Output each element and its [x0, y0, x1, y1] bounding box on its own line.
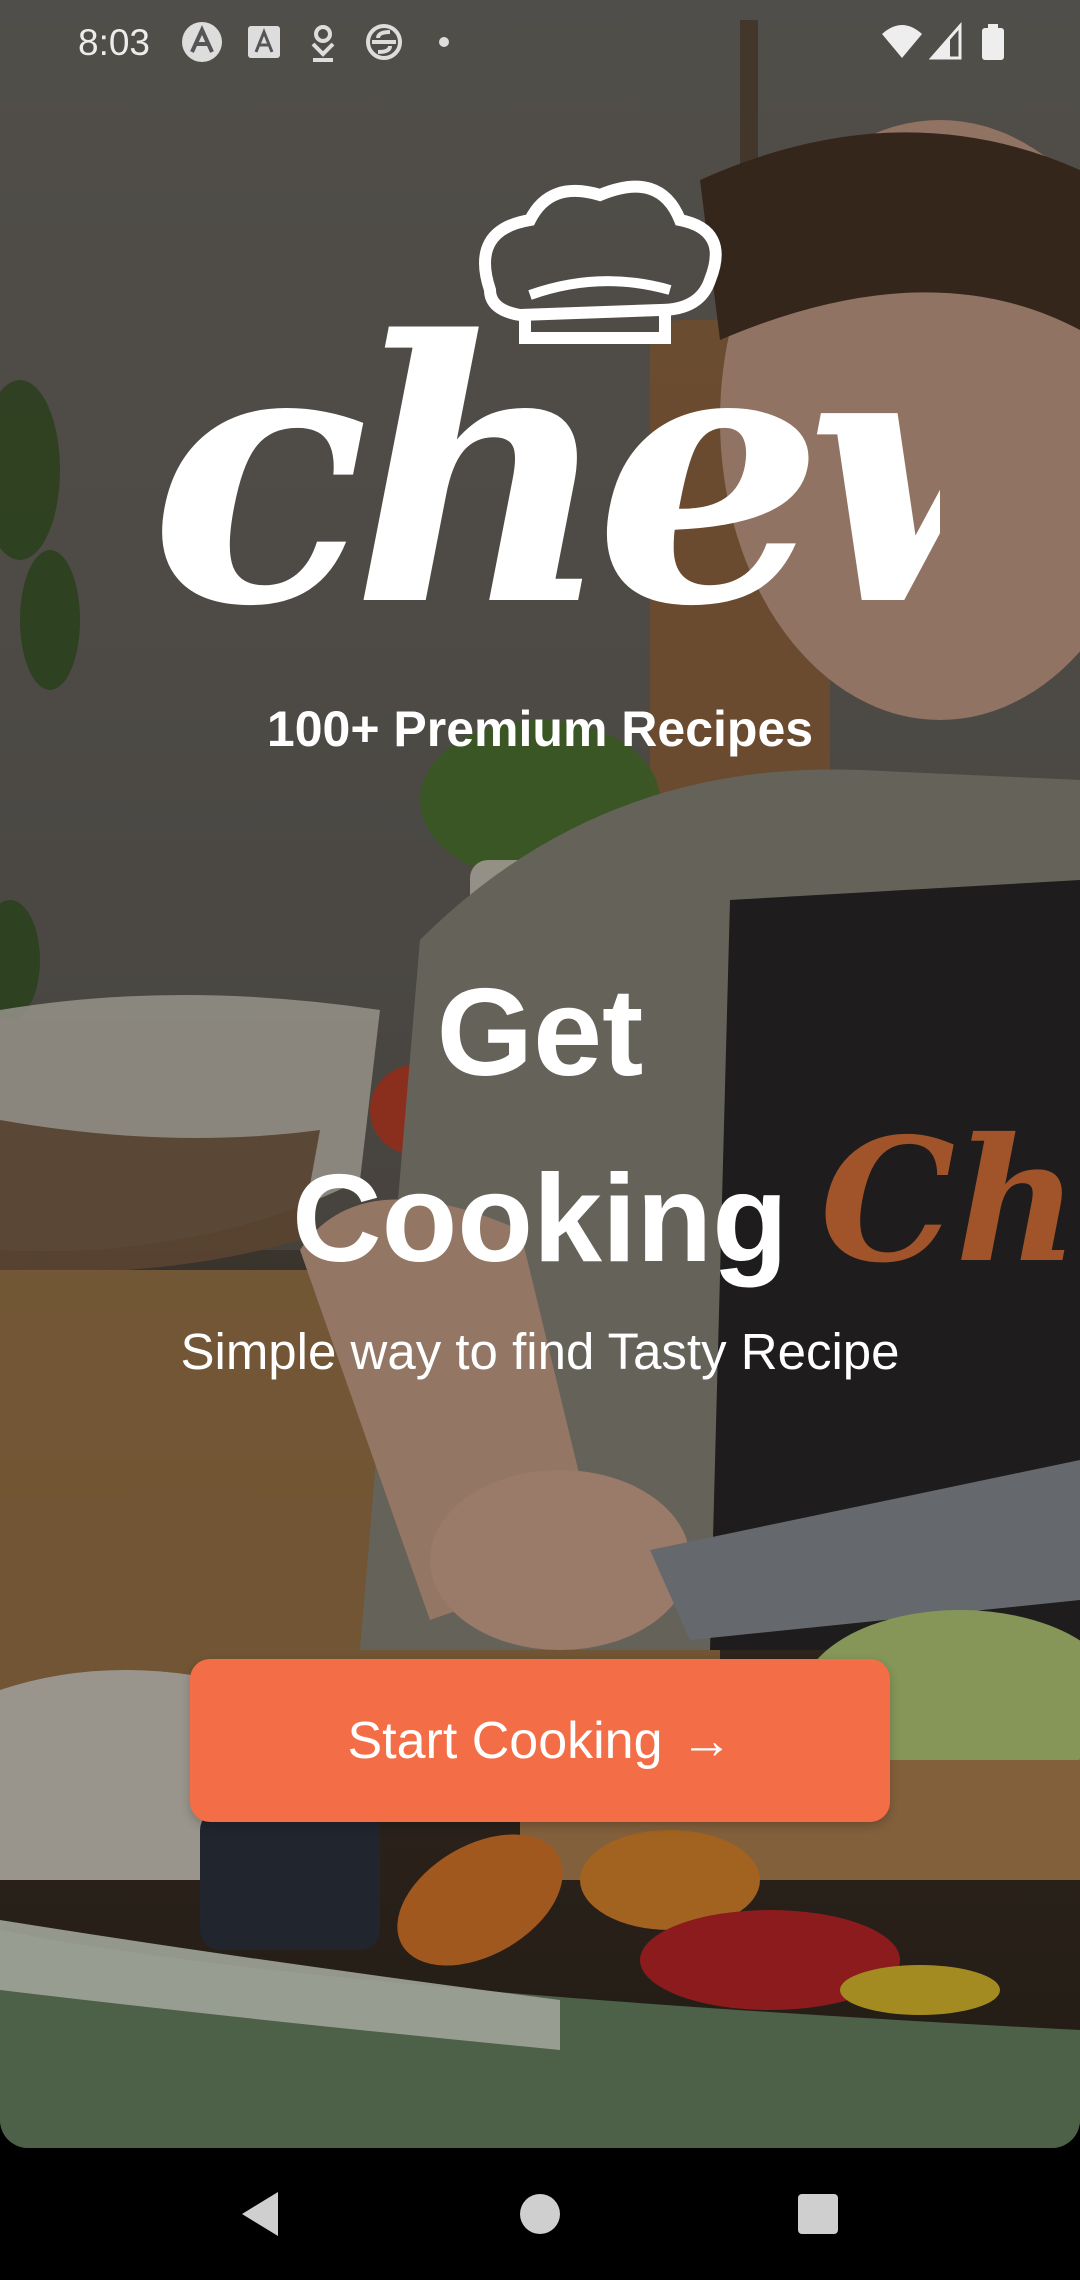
navigation-bar	[0, 2148, 1080, 2280]
circle-s-icon	[366, 24, 402, 60]
logo-wordmark: chew	[150, 262, 940, 680]
dot-icon	[439, 37, 449, 47]
arrow-right-icon: →	[680, 1711, 733, 1770]
welcome-screen: Chew 8:03	[0, 0, 1080, 2280]
signal-icon	[928, 22, 962, 60]
tagline: 100+ Premium Recipes	[266, 701, 814, 757]
download-icon	[311, 25, 335, 62]
home-icon[interactable]	[518, 2188, 562, 2240]
battery-icon	[982, 24, 1004, 60]
start-cooking-label: Start Cooking	[347, 1711, 663, 1770]
wifi-icon	[882, 25, 922, 58]
chew-logo: chew	[150, 180, 940, 680]
status-bar: 8:03	[0, 0, 1080, 86]
back-icon[interactable]	[236, 2188, 284, 2240]
app-a-icon	[182, 22, 222, 62]
hero-title-line-2: Cooking	[292, 1150, 788, 1288]
hero-subtitle: Simple way to find Tasty Recipe	[180, 1323, 900, 1380]
recents-icon[interactable]	[796, 2188, 840, 2240]
hero-title-line-1: Get	[436, 964, 644, 1102]
status-time: 8:03	[78, 22, 151, 63]
hero-title: Get Cooking	[0, 940, 1080, 1312]
start-cooking-button[interactable]: Start Cooking →	[190, 1659, 890, 1822]
font-a-icon	[248, 26, 280, 58]
